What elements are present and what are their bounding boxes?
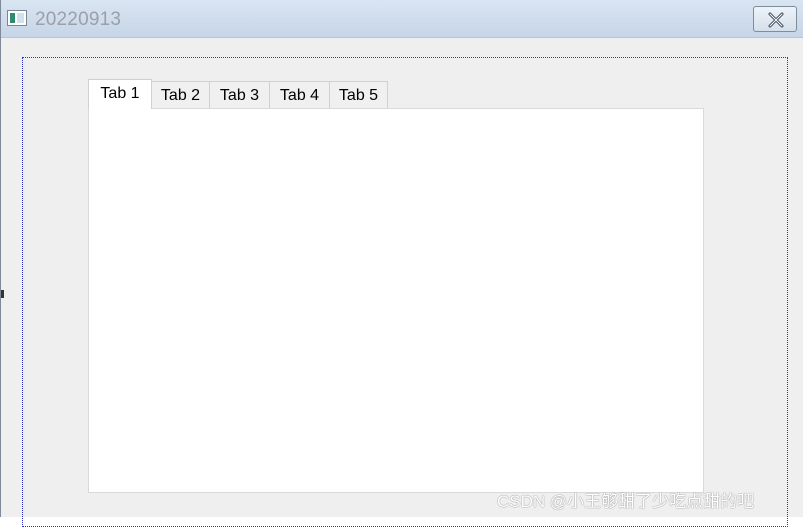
tab-4[interactable]: Tab 4 xyxy=(269,81,330,108)
tab-5[interactable]: Tab 5 xyxy=(329,81,388,108)
app-window: 20220913 Tab 1 Tab 2 Tab 3 Tab 4 Tab 5 C… xyxy=(0,0,803,527)
resize-edge-marker xyxy=(1,290,4,298)
app-window-icon xyxy=(7,10,27,26)
tab-3[interactable]: Tab 3 xyxy=(209,81,270,108)
watermark-text: CSDN @小王够甜了少吃点甜的吧 xyxy=(497,492,755,511)
close-button[interactable] xyxy=(753,6,797,32)
tab-2[interactable]: Tab 2 xyxy=(151,81,210,108)
tab-1[interactable]: Tab 1 xyxy=(88,79,152,109)
tab-widget: Tab 1 Tab 2 Tab 3 Tab 4 Tab 5 xyxy=(88,79,704,493)
window-title: 20220913 xyxy=(35,9,122,30)
title-bar[interactable]: 20220913 xyxy=(1,0,803,38)
close-icon xyxy=(768,12,784,28)
tab-content-pane xyxy=(88,108,704,493)
tab-bar: Tab 1 Tab 2 Tab 3 Tab 4 Tab 5 xyxy=(88,79,704,109)
